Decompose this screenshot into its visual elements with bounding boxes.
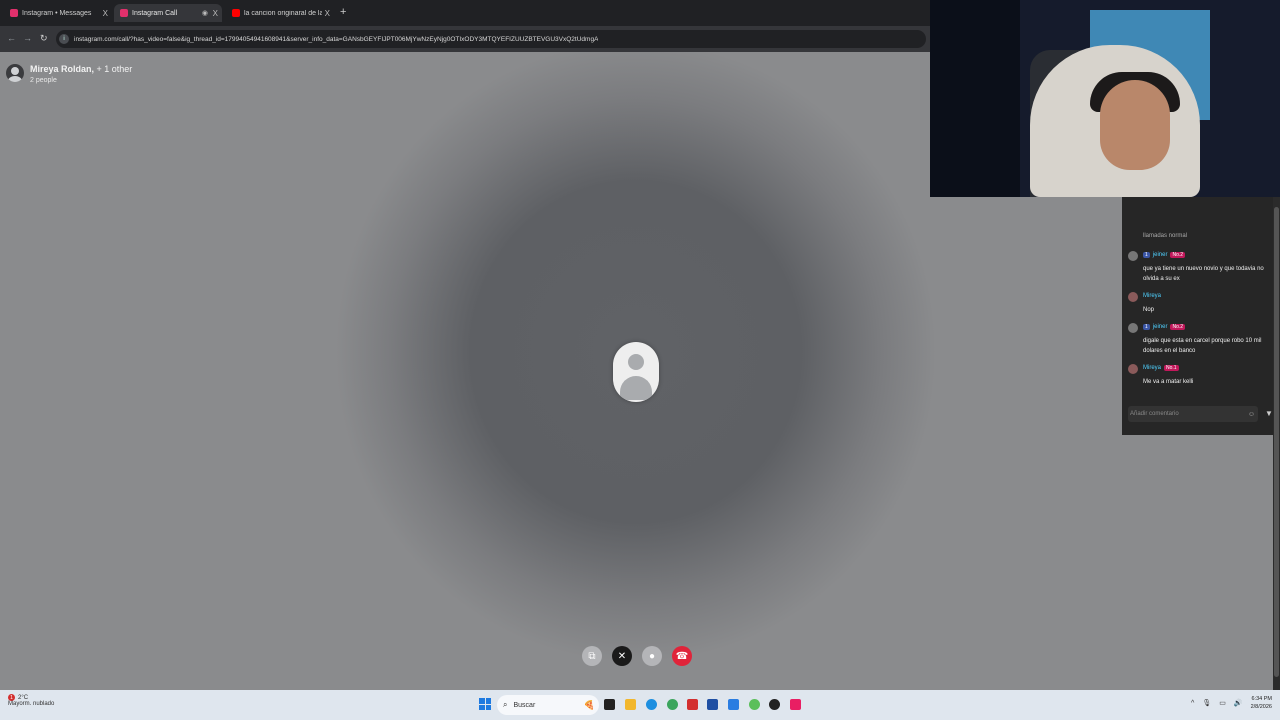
taskbar: 1 2°C Mayorm. nublado ⌕ Buscar 🍕 ^ 🎙 ▭ 🔊… [0, 690, 1280, 720]
remote-participant-avatar [613, 342, 659, 402]
camera-off-icon: ✕ [617, 650, 627, 662]
chat-text: que ya tiene un nuevo novio y que todavi… [1143, 266, 1264, 282]
close-tab-icon[interactable]: X [213, 9, 218, 18]
tab-youtube-song[interactable]: la cancion originaral de la par X [226, 4, 334, 22]
weather-temp: 2°C [18, 694, 29, 701]
windows-start-icon[interactable] [479, 698, 491, 710]
forward-icon[interactable]: → [23, 33, 32, 43]
tab-instagram-messages[interactable]: Instagram • Messages X [4, 4, 112, 22]
share-screen-icon: ⧉ [588, 650, 596, 662]
app-l-icon[interactable] [687, 699, 698, 710]
instagram-icon [120, 9, 128, 17]
chat-text: digale que esta en carcel porque robo 10… [1143, 338, 1262, 354]
youtube-icon [232, 9, 240, 17]
tab-instagram-call[interactable]: Instagram Call ◉ X [114, 4, 222, 22]
send-icon[interactable]: ▼ [1265, 409, 1273, 418]
app-azure-icon[interactable] [728, 699, 739, 710]
avatar [6, 64, 24, 82]
end-call-button[interactable]: ☎ [672, 646, 692, 666]
browser-tab-bar: Instagram • Messages X Instagram Call ◉ … [0, 0, 930, 26]
system-tray: ^ 🎙 ▭ 🔊 6:34 PM 2/8/2026 [1191, 695, 1272, 711]
clock-date: 2/8/2026 [1250, 704, 1272, 710]
participant-name: Mireya Roldan, [30, 64, 95, 74]
tab-label: Instagram • Messages [22, 9, 92, 17]
chat-text: Nop [1143, 307, 1155, 313]
user-avatar [1128, 364, 1138, 374]
user-avatar [1128, 292, 1138, 302]
taskbar-search[interactable]: ⌕ Buscar 🍕 [497, 695, 599, 715]
share-screen-button[interactable]: ⧉ [582, 646, 602, 666]
chat-username: Mireya [1143, 293, 1162, 299]
comment-placeholder: Añadir comentario [1130, 411, 1179, 417]
chat-cut-message: llamadas normal [1143, 233, 1188, 239]
microphone-button[interactable]: ● [642, 646, 662, 666]
instagram-icon [10, 9, 18, 17]
people-count: 2 people [30, 77, 57, 84]
obs-icon[interactable] [769, 699, 780, 710]
microphone-icon: ● [648, 650, 656, 662]
tab-label: Instagram Call [132, 9, 178, 17]
level-badge: 1 [1143, 324, 1150, 330]
live-chat-panel: llamadas normal 1 jeiner No.2 que ya tie… [1122, 197, 1280, 435]
calculator-icon[interactable] [707, 699, 718, 710]
clock[interactable]: 6:34 PM 2/8/2026 [1251, 695, 1272, 711]
call-controls: ⧉ ✕ ● ☎ [582, 646, 692, 666]
chevron-up-icon[interactable]: ^ [1191, 700, 1194, 707]
site-info-icon[interactable]: i [59, 34, 69, 44]
close-tab-icon[interactable]: X [103, 9, 108, 18]
url-field[interactable]: i instagram.com/call/?has_video=false&ig… [56, 30, 926, 48]
network-icon[interactable]: ▭ [1219, 699, 1226, 707]
edge-icon[interactable] [646, 699, 657, 710]
search-highlight-icon: 🍕 [583, 699, 595, 710]
chat-username: jeiner [1152, 252, 1168, 258]
comment-input[interactable]: Añadir comentario ☺ [1128, 406, 1258, 422]
call-title: Mireya Roldan, + 1 other [30, 64, 132, 74]
scrollbar[interactable] [1273, 197, 1280, 690]
user-avatar [1128, 251, 1138, 261]
level-badge: 1 [1143, 252, 1150, 258]
new-tab-button[interactable]: + [340, 6, 346, 18]
tab-label: la cancion originaral de la par [244, 9, 322, 17]
clock-time: 6:34 PM [1251, 696, 1272, 702]
weather-desc: Mayorm. nublado [8, 701, 55, 707]
participant-more: + 1 other [96, 64, 133, 74]
chat-text: Me va a matar kelli [1143, 379, 1194, 385]
audio-playing-icon[interactable]: ◉ [202, 9, 208, 17]
chat-username: jeiner [1152, 324, 1168, 330]
camera-off-button[interactable]: ✕ [612, 646, 632, 666]
streamer-webcam [930, 0, 1280, 197]
call-header: Mireya Roldan, + 1 other 2 people [6, 64, 132, 84]
address-bar-row: ← → ↻ i instagram.com/call/?has_video=fa… [0, 26, 930, 52]
search-icon: ⌕ [503, 700, 508, 709]
file-explorer-icon[interactable] [625, 699, 636, 710]
chrome-alt-icon[interactable] [749, 699, 760, 710]
weather-widget[interactable]: 1 2°C Mayorm. nublado [8, 694, 54, 707]
rank-badge: No.1 [1164, 365, 1179, 371]
url-text: instagram.com/call/?has_video=false&ig_t… [74, 35, 599, 43]
rank-badge: No.2 [1170, 324, 1186, 330]
microphone-tray-icon[interactable]: 🎙 [1202, 699, 1211, 707]
weather-alert-badge: 1 [8, 694, 15, 701]
back-icon[interactable]: ← [7, 33, 16, 43]
rank-badge: No.2 [1170, 252, 1186, 258]
reload-icon[interactable]: ↻ [40, 33, 48, 44]
emoji-icon[interactable]: ☺ [1248, 411, 1255, 418]
search-label: Buscar [513, 701, 536, 709]
task-view-icon[interactable] [604, 699, 615, 710]
tiktok-live-icon[interactable] [790, 699, 801, 710]
chrome-icon[interactable] [667, 699, 678, 710]
volume-icon[interactable]: 🔊 [1234, 699, 1243, 707]
hang-up-icon: ☎ [675, 650, 689, 662]
user-avatar [1128, 323, 1138, 333]
chat-username: Mireya [1143, 365, 1162, 371]
close-tab-icon[interactable]: X [325, 9, 330, 18]
